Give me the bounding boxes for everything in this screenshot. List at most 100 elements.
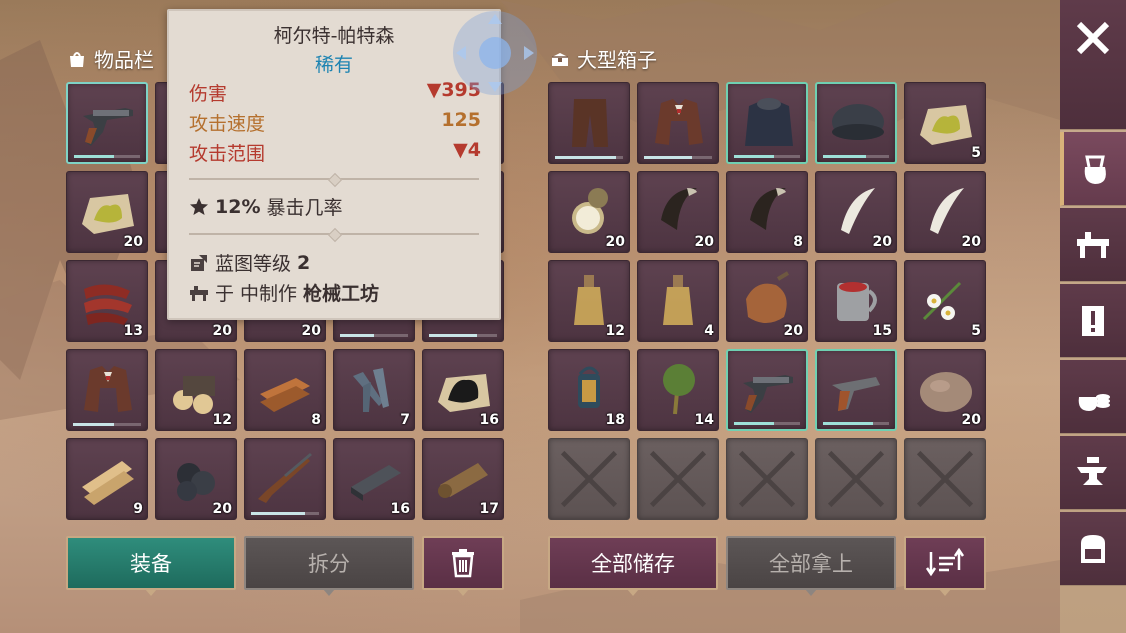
split-button[interactable]: 拆分: [244, 536, 414, 596]
empty-slot[interactable]: [548, 438, 630, 520]
virtual-joystick[interactable]: [450, 8, 540, 98]
inventory-slot[interactable]: 9: [66, 438, 148, 520]
durability-bar: [823, 422, 889, 425]
chest-slot[interactable]: 18: [548, 349, 630, 431]
stat-attack-speed: 攻击速度 125: [189, 109, 481, 135]
item-quantity: 13: [123, 323, 143, 339]
item-quantity: 12: [605, 323, 625, 339]
durability-bar: [823, 155, 889, 158]
empty-slot[interactable]: [637, 438, 719, 520]
inventory-slot[interactable]: [244, 438, 326, 520]
empty-slot-icon: [827, 450, 885, 508]
durability-bar: [251, 512, 319, 515]
tab-quests[interactable]: [1060, 284, 1126, 358]
split-button-label: 拆分: [308, 552, 350, 576]
star-icon: [190, 197, 208, 215]
item-quantity: 20: [694, 234, 714, 250]
durability-bar: [734, 155, 800, 158]
workbench-icon: [190, 285, 208, 301]
revolver-icon: [743, 375, 793, 413]
stat-damage: 伤害 ▼395: [189, 79, 481, 105]
tooltip-craft: 于 中制作 枪械工坊: [189, 279, 379, 306]
chest-slot[interactable]: 20: [726, 260, 808, 342]
durability-bar: [340, 334, 408, 337]
chest-slot[interactable]: 8: [726, 171, 808, 253]
inventory-slot[interactable]: 17: [422, 438, 504, 520]
chest-slot[interactable]: 20: [815, 171, 897, 253]
inventory-slot[interactable]: 8: [244, 349, 326, 431]
stat-attack-speed-value: 125: [441, 109, 481, 131]
chest-slot[interactable]: 20: [904, 349, 986, 431]
tooltip-divider: [189, 233, 479, 235]
store-all-button[interactable]: 全部储存: [548, 536, 718, 596]
inventory-slot[interactable]: 16: [422, 349, 504, 431]
fur-hat-icon: [832, 104, 884, 140]
item-quantity: 14: [694, 412, 714, 428]
inventory-slot[interactable]: 20: [155, 438, 237, 520]
resources-icon: [1078, 393, 1110, 411]
inventory-slot[interactable]: 16: [333, 438, 415, 520]
chest-slot[interactable]: [815, 82, 897, 164]
empty-slot[interactable]: [726, 438, 808, 520]
chest-slot[interactable]: 12: [548, 260, 630, 342]
inventory-slot[interactable]: 20: [66, 171, 148, 253]
empty-slot[interactable]: [815, 438, 897, 520]
crit-value: 12%: [215, 195, 261, 218]
chest-slot[interactable]: 15: [815, 260, 897, 342]
revolver-icon: [83, 108, 133, 146]
close-button[interactable]: [1060, 0, 1126, 130]
chest-slot[interactable]: [637, 82, 719, 164]
pistol-icon: [832, 377, 880, 411]
chest-slot[interactable]: [548, 82, 630, 164]
jacket-icon: [655, 99, 703, 145]
inventory-slot[interactable]: 12: [155, 349, 237, 431]
chest-slot[interactable]: 5: [904, 260, 986, 342]
chest-grid: 5 20 20 8 20 20 12 4 20 15 5 18 14 20: [548, 82, 986, 520]
sort-icon: [925, 548, 965, 577]
inventory-slot[interactable]: [66, 82, 148, 164]
inventory-slot[interactable]: 13: [66, 260, 148, 342]
item-quantity: 8: [311, 412, 321, 428]
tab-smithing[interactable]: [1060, 436, 1126, 510]
inventory-slot[interactable]: 7: [333, 349, 415, 431]
inventory-slot[interactable]: [66, 349, 148, 431]
chest-slot[interactable]: 4: [637, 260, 719, 342]
bag-icon: [70, 51, 84, 67]
stat-attack-range-label: 攻击范围: [189, 143, 266, 165]
durability-bar: [74, 155, 140, 158]
stat-attack-range: 攻击范围 ▼4: [189, 139, 481, 165]
tab-resources[interactable]: [1060, 360, 1126, 434]
chest-slot[interactable]: 20: [548, 171, 630, 253]
item-quantity: 20: [872, 234, 892, 250]
chest-slot[interactable]: 5: [904, 82, 986, 164]
blueprint-label: 蓝图等级: [215, 253, 292, 275]
chest-slot[interactable]: 20: [904, 171, 986, 253]
item-quantity: 8: [793, 234, 803, 250]
tab-backpack[interactable]: [1060, 512, 1126, 586]
delete-button[interactable]: [422, 536, 504, 596]
item-quantity: 20: [961, 412, 981, 428]
chest-slot[interactable]: [815, 349, 897, 431]
equip-button-label: 装备: [130, 552, 172, 576]
sack-icon: [1084, 155, 1106, 184]
chest-slot[interactable]: 20: [637, 171, 719, 253]
tab-inventory[interactable]: [1060, 132, 1126, 206]
chest-slot[interactable]: 14: [637, 349, 719, 431]
stat-damage-label: 伤害: [189, 83, 228, 105]
durability-bar: [555, 156, 623, 159]
empty-slot[interactable]: [904, 438, 986, 520]
crit-label: 暴击几率: [266, 197, 343, 219]
item-quantity: 20: [961, 234, 981, 250]
item-quantity: 5: [971, 323, 981, 339]
close-icon: [1076, 21, 1110, 55]
equip-button[interactable]: 装备: [66, 536, 236, 596]
sort-button[interactable]: [904, 536, 986, 596]
chest-slot[interactable]: [726, 349, 808, 431]
take-all-button[interactable]: 全部拿上: [726, 536, 896, 596]
chest-slot[interactable]: [726, 82, 808, 164]
chest-title-text: 大型箱子: [577, 48, 657, 72]
tab-crafting[interactable]: [1060, 208, 1126, 282]
anvil-icon: [1077, 456, 1107, 485]
sidebar: [1060, 0, 1126, 633]
item-quantity: 9: [133, 501, 143, 517]
